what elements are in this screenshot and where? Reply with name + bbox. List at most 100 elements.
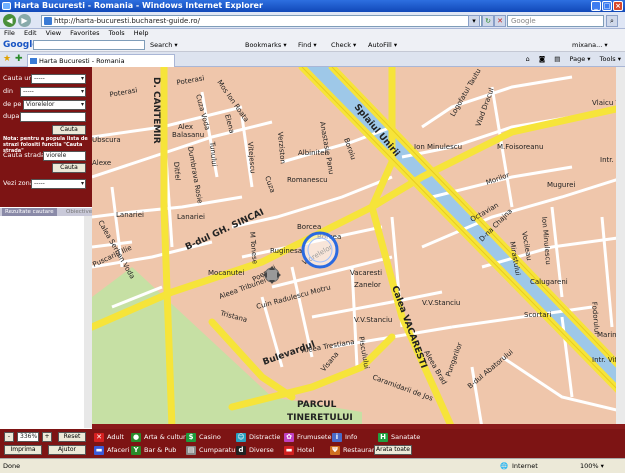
map-label: Alexe bbox=[92, 159, 111, 167]
map-label: Borcea bbox=[297, 223, 321, 231]
tab-page-icon bbox=[30, 58, 37, 64]
map-label: Zanelor bbox=[354, 281, 381, 289]
cauta-strada-button[interactable]: Cauta bbox=[52, 163, 86, 173]
bookmarks-button[interactable]: Bookmarks ▾ bbox=[245, 38, 287, 52]
bar-icon: Y bbox=[131, 446, 141, 455]
menu-file[interactable]: File bbox=[4, 29, 15, 37]
zoom-level-field[interactable]: 336% bbox=[17, 432, 39, 442]
google-search-input[interactable] bbox=[33, 40, 145, 50]
status-text: Done bbox=[3, 462, 21, 470]
legend-casino[interactable]: $ Casino bbox=[186, 432, 221, 443]
search-icon[interactable]: ⌕ bbox=[606, 15, 618, 27]
results-scrollbar[interactable] bbox=[84, 216, 92, 428]
favorites-star-icon[interactable]: ★ bbox=[3, 54, 11, 64]
legend-sanatate[interactable]: H Sanatate bbox=[378, 432, 420, 443]
legend-afaceri[interactable]: ▬ Afaceri bbox=[94, 445, 130, 456]
dupa-input[interactable] bbox=[20, 112, 86, 122]
add-favorite-icon[interactable]: ✚ bbox=[15, 54, 23, 64]
reset-button[interactable]: Reset bbox=[58, 432, 86, 442]
page-menu[interactable]: Page ▾ bbox=[570, 55, 591, 63]
map-label: Alex bbox=[178, 123, 193, 131]
legend-restaurant[interactable]: Ψ Restaurant bbox=[330, 445, 379, 456]
map-canvas[interactable]: D. CANTEMIR Poterasi Poterasi Mos Ion Ro… bbox=[92, 67, 625, 428]
tab-obiective[interactable]: Obiective bbox=[66, 208, 92, 216]
entertainment-icon: ☺ bbox=[236, 433, 246, 442]
map-label: Balasanu bbox=[172, 131, 204, 139]
tab-rezultate[interactable]: Rezultate cautare bbox=[2, 208, 57, 216]
page-content: Cauta un ----- din ----- de pe Viorelelo… bbox=[0, 67, 625, 458]
legend-hotel[interactable]: ▬ Hotel bbox=[284, 445, 314, 456]
legend-label: Diverse bbox=[249, 446, 274, 454]
forward-button[interactable]: ▶ bbox=[18, 14, 31, 27]
din-select[interactable]: ----- bbox=[20, 87, 86, 97]
legend-label: Afaceri bbox=[107, 446, 130, 454]
dropdown-arrow-icon[interactable]: ▾ bbox=[468, 15, 480, 27]
cauta-select[interactable]: ----- bbox=[31, 74, 86, 84]
url-field[interactable]: http://harta-bucuresti.bucharest-guide.r… bbox=[41, 15, 482, 27]
legend-bar[interactable]: Y Bar & Pub bbox=[131, 445, 176, 456]
menu-bar: File Edit View Favorites Tools Help bbox=[0, 29, 625, 38]
find-button[interactable]: Find ▾ bbox=[298, 38, 317, 52]
cauta-button[interactable]: Cauta bbox=[52, 125, 86, 135]
show-all-button[interactable]: Arata toate bbox=[374, 445, 412, 455]
depe-select[interactable]: Viorelelor bbox=[23, 100, 86, 110]
legend-info[interactable]: i Info bbox=[332, 432, 357, 443]
print-button[interactable]: Imprima bbox=[4, 445, 42, 455]
tools-menu[interactable]: Tools ▾ bbox=[600, 55, 621, 63]
user-button[interactable]: mixana... ▾ bbox=[572, 38, 608, 52]
minimize-button[interactable]: _ bbox=[591, 1, 601, 11]
help-button[interactable]: Ajutor bbox=[48, 445, 86, 455]
menu-favorites[interactable]: Favorites bbox=[70, 29, 99, 37]
legend-frumusete[interactable]: ✿ Frumusete bbox=[284, 432, 331, 443]
legend-label: Bar & Pub bbox=[144, 446, 177, 454]
strada-input[interactable]: viorele bbox=[43, 151, 86, 161]
zoom-menu[interactable]: 100% ▾ bbox=[580, 459, 604, 473]
casino-icon: $ bbox=[186, 433, 196, 442]
zoom-in-button[interactable]: + bbox=[42, 432, 52, 442]
bottom-panel: - 336% + Reset Imprima Ajutor ✕ Adult ● Ar… bbox=[0, 429, 625, 458]
refresh-icon[interactable]: ↻ bbox=[482, 15, 494, 27]
legend-arta[interactable]: ● Arta & cultura bbox=[131, 432, 190, 443]
print-icon[interactable]: ▤ bbox=[554, 55, 560, 63]
menu-view[interactable]: View bbox=[46, 29, 61, 37]
ie-icon bbox=[2, 2, 11, 10]
tab-label: Harta Bucuresti - Romania bbox=[39, 57, 125, 65]
close-button[interactable]: × bbox=[613, 1, 623, 11]
stop-icon[interactable]: ✕ bbox=[494, 15, 506, 27]
zona-select[interactable]: ----- bbox=[31, 179, 86, 189]
feeds-icon[interactable]: ◙ bbox=[539, 55, 545, 63]
map-label: Mocanutei bbox=[208, 269, 244, 277]
tab-harta-bucuresti[interactable]: Harta Bucuresti - Romania bbox=[27, 54, 175, 67]
menu-tools[interactable]: Tools bbox=[109, 29, 125, 37]
arts-icon: ● bbox=[131, 433, 141, 442]
cauta-label: Cauta un bbox=[3, 74, 33, 82]
legend-label: Distractie bbox=[249, 433, 281, 441]
maximize-button[interactable]: □ bbox=[602, 1, 612, 11]
legend-distractie[interactable]: ☺ Distractie bbox=[236, 432, 280, 443]
legend-adult[interactable]: ✕ Adult bbox=[94, 432, 124, 443]
legend-label: Info bbox=[345, 433, 358, 441]
search-input[interactable]: Google bbox=[507, 15, 604, 27]
map-label: Ion Minulescu bbox=[414, 143, 462, 151]
home-icon[interactable]: ⌂ bbox=[526, 55, 530, 63]
sidebar: Cauta un ----- din ----- de pe Viorelelo… bbox=[0, 67, 92, 428]
results-list bbox=[0, 216, 92, 428]
menu-help[interactable]: Help bbox=[134, 29, 149, 37]
autofill-button[interactable]: AutoFill ▾ bbox=[368, 38, 397, 52]
shopping-icon: ▤ bbox=[186, 446, 196, 455]
menu-edit[interactable]: Edit bbox=[24, 29, 37, 37]
map-scrollbar[interactable] bbox=[616, 67, 625, 428]
legend-cumparaturi[interactable]: ▤ Cumparaturi bbox=[186, 445, 240, 456]
map-label: Ruginesa bbox=[270, 247, 302, 255]
legend-diverse[interactable]: d Diverse bbox=[236, 445, 274, 456]
map-label: Ubscura bbox=[92, 136, 121, 144]
back-button[interactable]: ◀ bbox=[3, 14, 16, 27]
map-label: Lanariei bbox=[177, 213, 205, 221]
map-label: Ditfel bbox=[172, 161, 182, 180]
window-title: Harta Bucuresti - Romania - Windows Inte… bbox=[14, 1, 263, 10]
depe-label: de pe bbox=[3, 100, 22, 108]
check-button[interactable]: Check ▾ bbox=[331, 38, 356, 52]
google-search-button[interactable]: Search ▾ bbox=[150, 38, 178, 52]
map-label: Lanariei bbox=[116, 211, 144, 219]
zoom-out-button[interactable]: - bbox=[4, 432, 14, 442]
